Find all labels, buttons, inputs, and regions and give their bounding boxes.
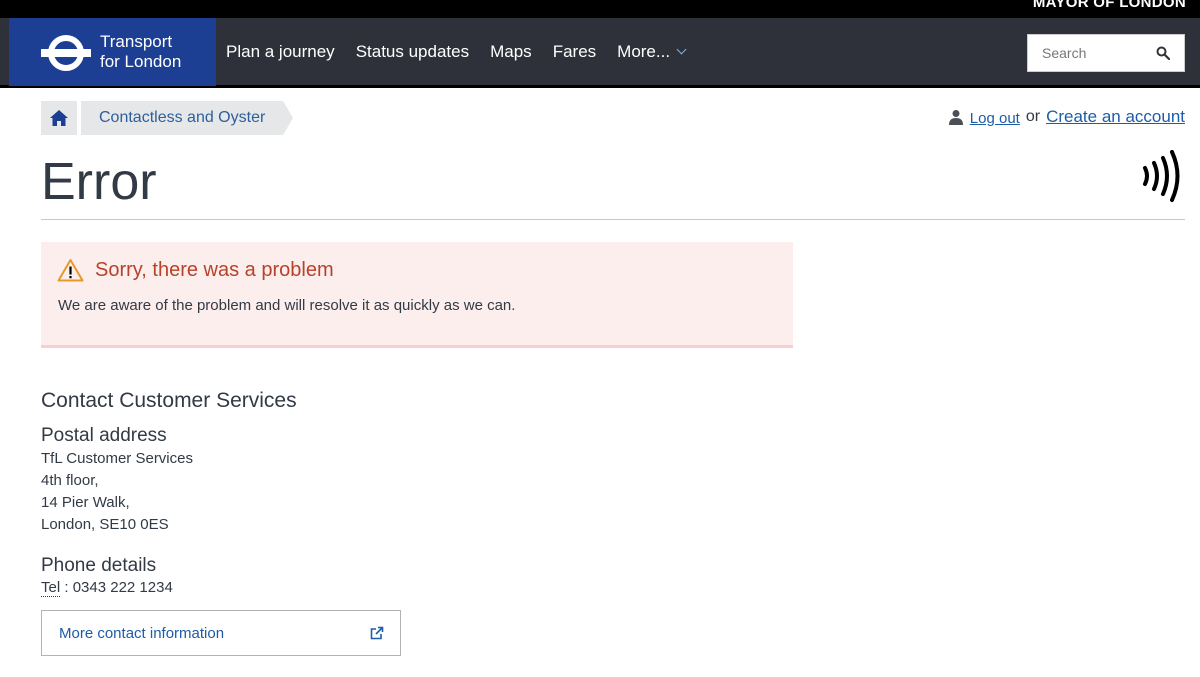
phone-details-heading: Phone details (41, 555, 157, 576)
postal-address: TfL Customer Services 4th floor, 14 Pier… (41, 448, 193, 536)
error-alert: Sorry, there was a problem We are aware … (41, 242, 793, 348)
create-account-link[interactable]: Create an account (1046, 107, 1185, 127)
alert-message: We are aware of the problem and will res… (58, 297, 516, 314)
tfl-logo-link[interactable]: Transport for London (9, 18, 216, 86)
search-input[interactable] (1028, 35, 1148, 71)
nav-status-updates[interactable]: Status updates (356, 42, 469, 62)
search-box (1027, 34, 1185, 72)
site-header: Transport for London Plan a journey Stat… (0, 18, 1200, 88)
logo-text: Transport for London (100, 32, 181, 72)
log-out-link[interactable]: Log out (970, 110, 1020, 127)
external-link-icon (370, 626, 384, 640)
contactless-icon (1143, 150, 1180, 202)
breadcrumb-home[interactable] (41, 101, 77, 135)
nav-maps[interactable]: Maps (490, 42, 532, 62)
home-icon (50, 110, 68, 126)
search-icon[interactable] (1156, 46, 1170, 60)
nav-more[interactable]: More... (617, 42, 687, 62)
address-line: TfL Customer Services (41, 450, 193, 467)
page-title: Error (41, 153, 157, 211)
account-or-text: or (1025, 108, 1041, 125)
tfl-roundel-icon (41, 35, 91, 71)
address-line: 14 Pier Walk, (41, 494, 130, 511)
breadcrumb: Contactless and Oyster (41, 101, 294, 135)
contact-customer-services-heading: Contact Customer Services (41, 389, 297, 412)
address-line: 4th floor, (41, 472, 99, 489)
nav-more-label: More... (617, 42, 671, 61)
chevron-down-icon (676, 44, 687, 55)
mayor-of-london-label[interactable]: MAYOR OF LONDON (1033, 0, 1186, 11)
title-divider (41, 219, 1185, 220)
mayor-bar: MAYOR OF LONDON (0, 0, 1200, 18)
alert-title: Sorry, there was a problem (95, 259, 334, 281)
tel-separator: : (64, 579, 69, 596)
logo-line-1: Transport (100, 32, 173, 51)
tel-abbr: Tel (41, 579, 61, 597)
user-icon (948, 110, 963, 125)
tel-number[interactable]: 0343 222 1234 (73, 579, 173, 596)
phone-line: Tel : 0343 222 1234 (41, 579, 173, 597)
nav-plan-a-journey[interactable]: Plan a journey (226, 42, 335, 62)
more-contact-information-button[interactable]: More contact information (41, 610, 401, 656)
account-links: Log out or Create an account (948, 107, 1185, 127)
breadcrumb-contactless-and-oyster[interactable]: Contactless and Oyster (81, 101, 294, 135)
warning-icon (57, 259, 84, 282)
more-contact-information-label: More contact information (59, 625, 225, 642)
nav-fares[interactable]: Fares (553, 42, 596, 62)
main-nav: Plan a journey Status updates Maps Fares… (226, 18, 706, 86)
logo-line-2: for London (100, 52, 182, 71)
address-line: London, SE10 0ES (41, 516, 169, 533)
postal-address-heading: Postal address (41, 425, 167, 446)
